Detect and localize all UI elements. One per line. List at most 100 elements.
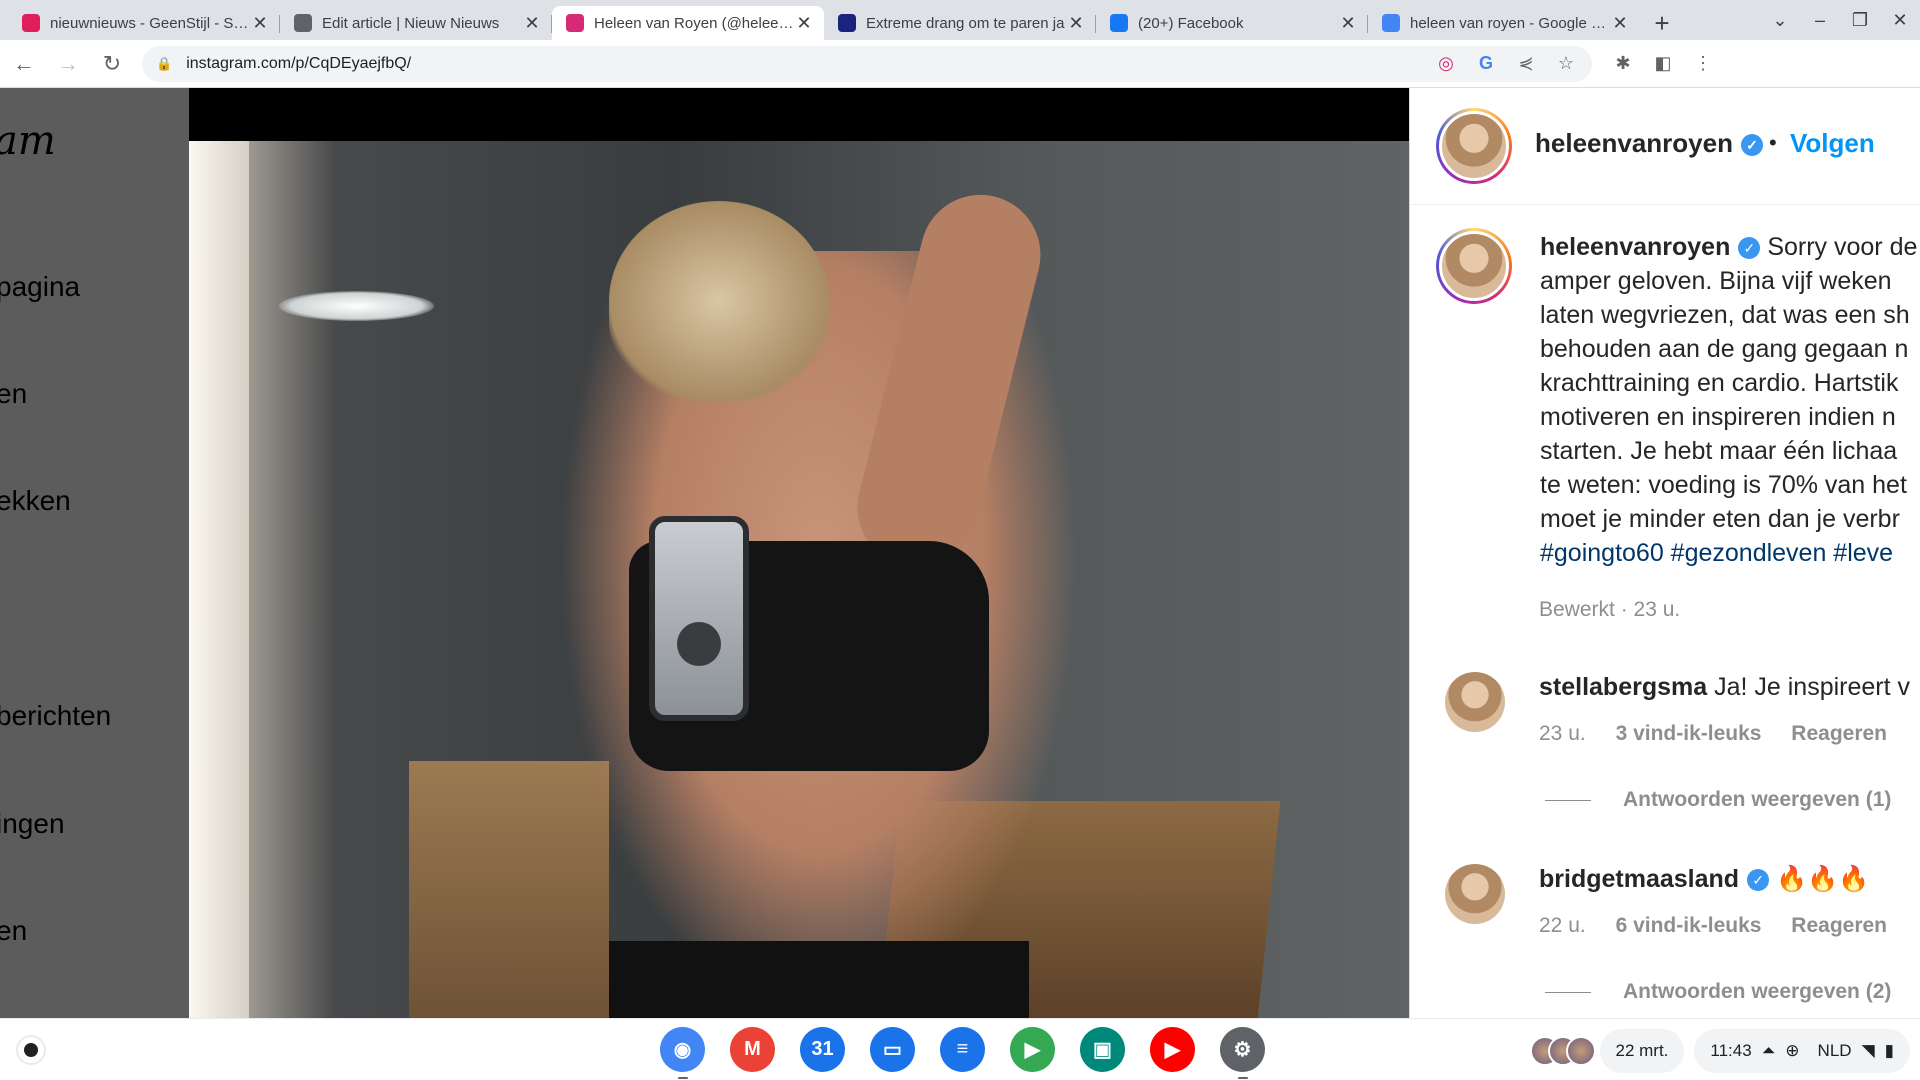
view-replies-label[interactable]: Antwoorden weergeven (1) bbox=[1623, 788, 1891, 812]
comment-meta: 23 u. 3 vind-ik-leuks Reageren bbox=[1539, 722, 1887, 746]
replies-divider bbox=[1545, 799, 1591, 801]
forward-icon[interactable]: → bbox=[48, 44, 88, 84]
comment-username[interactable]: stellabergsma bbox=[1539, 673, 1707, 701]
tab-title[interactable]: Edit article | Nieuw Nieuws bbox=[322, 15, 522, 32]
verified-badge-icon: ✓ bbox=[1738, 237, 1761, 260]
launcher-icon[interactable] bbox=[16, 1035, 46, 1065]
comment-avatar[interactable] bbox=[1445, 864, 1505, 924]
comment-likes[interactable]: 3 vind-ik-leuks bbox=[1616, 722, 1762, 745]
tab[interactable]: Edit article | Nieuw Nieuws ✕ bbox=[280, 6, 552, 40]
author-avatar[interactable] bbox=[1436, 108, 1512, 184]
address-url[interactable]: instagram.com/p/CqDEyaejfbQ/ bbox=[186, 55, 1434, 73]
back-icon[interactable]: ← bbox=[4, 44, 44, 84]
caption-line: amper geloven. Bijna vijf weken bbox=[1540, 267, 1892, 295]
tab-title[interactable]: Extreme drang om te paren ja bbox=[866, 15, 1066, 32]
tab-title[interactable]: nieuwnieuws - GeenStijl - Slack bbox=[50, 15, 250, 32]
tab[interactable]: heleen van royen - Google Search✕ bbox=[1368, 6, 1640, 40]
tab-close-icon[interactable]: ✕ bbox=[250, 13, 270, 34]
comment-body: 🔥🔥🔥 bbox=[1776, 865, 1870, 893]
nav-item-home[interactable]: pagina bbox=[0, 271, 80, 303]
view-replies-label[interactable]: Antwoorden weergeven (2) bbox=[1623, 980, 1891, 1004]
battery-icon: ▮ bbox=[1884, 1041, 1894, 1060]
tab-search-icon[interactable]: ⌄ bbox=[1760, 10, 1800, 31]
caption-line: moet je minder eten dan je verbr bbox=[1540, 505, 1900, 533]
google-lens-icon[interactable]: G bbox=[1474, 53, 1498, 74]
close-window-icon[interactable]: ✕ bbox=[1880, 10, 1920, 31]
post-photo[interactable] bbox=[189, 141, 1409, 1018]
tab[interactable]: Extreme drang om te paren ja ✕ bbox=[824, 6, 1096, 40]
tab-close-icon[interactable]: ✕ bbox=[1066, 13, 1086, 34]
side-panel-icon[interactable]: ◧ bbox=[1650, 53, 1676, 74]
view-replies-button[interactable]: Antwoorden weergeven (2) bbox=[1545, 980, 1891, 1004]
bookmark-star-icon[interactable]: ☆ bbox=[1554, 53, 1578, 74]
separator-dot: • bbox=[1769, 130, 1777, 155]
tab-active[interactable]: Heleen van Royen (@heleenvanroyen)✕ bbox=[552, 6, 824, 40]
system-tray[interactable]: 11:43 ⏶ ⊕ NLD ◥ ▮ bbox=[1694, 1029, 1910, 1073]
caption-hashtags[interactable]: #goingto60 #gezondleven #leve bbox=[1540, 536, 1920, 570]
lock-icon[interactable]: 🔒 bbox=[156, 56, 172, 72]
nav-item-messages[interactable]: berichten bbox=[0, 700, 111, 732]
google-icon bbox=[1382, 14, 1400, 32]
caption-line: starten. Je hebt maar één lichaa bbox=[1540, 437, 1898, 465]
settings-app-icon[interactable]: ⚙ bbox=[1220, 1027, 1265, 1079]
upload-icon: ⏶ bbox=[1761, 1041, 1776, 1060]
tab[interactable]: (20+) Facebook ✕ bbox=[1096, 6, 1368, 40]
files-app-icon[interactable]: ▭ bbox=[870, 1027, 915, 1072]
meet-app-icon[interactable]: ▣ bbox=[1080, 1027, 1125, 1072]
wifi-icon: ◥ bbox=[1861, 1041, 1875, 1060]
calendar-app-icon[interactable]: 31 bbox=[800, 1027, 845, 1072]
restore-icon[interactable]: ❐ bbox=[1840, 10, 1880, 31]
extensions-icon[interactable]: ✱ bbox=[1610, 53, 1636, 74]
caption-avatar[interactable] bbox=[1436, 228, 1512, 304]
tab-title[interactable]: (20+) Facebook bbox=[1138, 15, 1338, 32]
gmail-app-icon[interactable]: M bbox=[730, 1027, 775, 1072]
slack-icon bbox=[22, 14, 40, 32]
comment-time[interactable]: 23 u. bbox=[1539, 722, 1586, 745]
new-tab-button[interactable]: + bbox=[1644, 6, 1680, 40]
instagram-extension-icon[interactable]: ◎ bbox=[1434, 53, 1458, 74]
chrome-app-icon[interactable]: ◉ bbox=[660, 1027, 705, 1079]
post-sidebar: heleenvanroyen ✓ • Volgen heleenvanroyen ✓… bbox=[1409, 88, 1920, 1018]
browser-toolbar: ← → ↻ 🔒 instagram.com/p/CqDEyaejfbQ/ ◎ G… bbox=[0, 40, 1920, 88]
nav-item-search[interactable]: en bbox=[0, 378, 27, 410]
date-pill[interactable]: 22 mrt. bbox=[1599, 1029, 1685, 1073]
tab[interactable]: nieuwnieuws - GeenStijl - Slack ✕ bbox=[8, 6, 280, 40]
tab-close-icon[interactable]: ✕ bbox=[794, 13, 814, 34]
youtube-app-icon[interactable]: ▶ bbox=[1150, 1027, 1195, 1072]
hair bbox=[609, 201, 829, 401]
caption-username[interactable]: heleenvanroyen bbox=[1540, 233, 1730, 261]
menu-icon[interactable]: ⋮ bbox=[1690, 53, 1716, 74]
post-caption: heleenvanroyen ✓ Sorry voor de amper gelo… bbox=[1540, 230, 1920, 570]
reply-button[interactable]: Reageren bbox=[1791, 722, 1887, 745]
instagram-logo[interactable]: am bbox=[0, 118, 56, 164]
nav-item-explore[interactable]: ekken bbox=[0, 485, 71, 517]
author-username-text[interactable]: heleenvanroyen bbox=[1535, 128, 1733, 158]
play-store-app-icon[interactable]: ▶ bbox=[1010, 1027, 1055, 1072]
comment-time[interactable]: 22 u. bbox=[1539, 914, 1586, 937]
comment-avatar[interactable] bbox=[1445, 672, 1505, 732]
nav-item-notifications[interactable]: ingen bbox=[0, 808, 65, 840]
reply-button[interactable]: Reageren bbox=[1791, 914, 1887, 937]
author-username[interactable]: heleenvanroyen ✓ bbox=[1535, 128, 1763, 159]
view-replies-button[interactable]: Antwoorden weergeven (1) bbox=[1545, 788, 1891, 812]
comment-text: stellabergsma Ja! Je inspireert v bbox=[1539, 673, 1910, 702]
tab-title[interactable]: Heleen van Royen (@heleenvanroyen) bbox=[594, 15, 794, 32]
address-bar[interactable]: 🔒 instagram.com/p/CqDEyaejfbQ/ ◎ G ⋞ ☆ bbox=[142, 45, 1592, 82]
caption-line: krachttraining en cardio. Hartstik bbox=[1540, 369, 1899, 397]
messages-app-icon[interactable]: ≡ bbox=[940, 1027, 985, 1072]
verified-badge-icon: ✓ bbox=[1747, 869, 1770, 892]
tab-title[interactable]: heleen van royen - Google Search bbox=[1410, 15, 1610, 32]
tab-close-icon[interactable]: ✕ bbox=[522, 13, 542, 34]
post-image-area[interactable] bbox=[189, 88, 1409, 1018]
holding-space-icon[interactable] bbox=[1529, 1031, 1596, 1071]
tab-close-icon[interactable]: ✕ bbox=[1338, 13, 1358, 34]
reload-icon[interactable]: ↻ bbox=[92, 44, 132, 84]
comment-body: Ja! Je inspireert v bbox=[1714, 673, 1911, 701]
nav-item-create[interactable]: en bbox=[0, 915, 27, 947]
follow-button[interactable]: Volgen bbox=[1790, 128, 1875, 159]
comment-likes[interactable]: 6 vind-ik-leuks bbox=[1616, 914, 1762, 937]
minimize-icon[interactable]: – bbox=[1800, 10, 1840, 31]
comment-username[interactable]: bridgetmaasland bbox=[1539, 865, 1739, 893]
tab-close-icon[interactable]: ✕ bbox=[1610, 13, 1630, 34]
share-icon[interactable]: ⋞ bbox=[1514, 53, 1538, 74]
